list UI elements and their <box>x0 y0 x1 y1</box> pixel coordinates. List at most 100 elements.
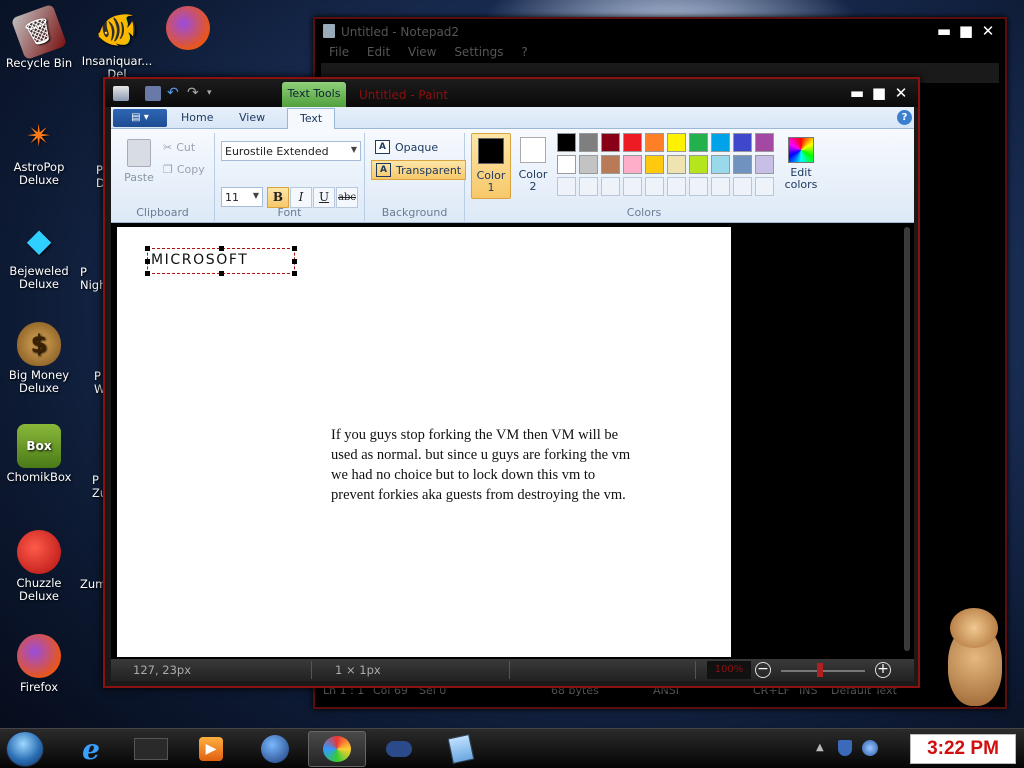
bold-button[interactable]: B <box>267 187 289 208</box>
paste-button[interactable]: Paste <box>121 139 157 184</box>
palette-swatch[interactable] <box>733 133 752 152</box>
custom-color-slot[interactable] <box>579 177 598 196</box>
zoom-slider-thumb[interactable] <box>817 663 823 677</box>
menu-help[interactable]: ? <box>521 45 527 59</box>
start-button[interactable] <box>6 731 44 767</box>
taskbar-item-globe[interactable] <box>246 731 304 767</box>
maximize-icon[interactable]: ■ <box>957 23 975 39</box>
menu-settings[interactable]: Settings <box>454 45 503 59</box>
palette-swatch[interactable] <box>711 155 730 174</box>
tab-text[interactable]: Text <box>287 108 336 130</box>
edit-colors-button[interactable]: Edit colors <box>781 133 821 191</box>
resize-handle[interactable] <box>219 246 224 251</box>
palette-swatch[interactable] <box>601 133 620 152</box>
cut-button[interactable]: ✂ Cut <box>163 141 195 154</box>
custom-color-slot[interactable] <box>623 177 642 196</box>
minimize-icon[interactable]: ▬ <box>848 85 866 101</box>
text-tools-contextual-tab[interactable]: Text Tools <box>282 82 346 108</box>
custom-color-slot[interactable] <box>557 177 576 196</box>
paint-app-icon[interactable] <box>113 86 129 101</box>
text-selection-box[interactable]: MICROSOFT <box>145 246 297 276</box>
italic-button[interactable]: I <box>290 187 312 208</box>
clock[interactable]: 3:22 PM <box>910 734 1016 764</box>
resize-handle[interactable] <box>145 246 150 251</box>
palette-swatch[interactable] <box>645 155 664 174</box>
menu-file[interactable]: File <box>329 45 349 59</box>
network-tray-icon[interactable] <box>862 740 878 756</box>
transparent-button[interactable]: A Transparent <box>371 160 467 180</box>
palette-swatch[interactable] <box>733 155 752 174</box>
tab-home[interactable]: Home <box>181 111 213 124</box>
palette-swatch[interactable] <box>557 133 576 152</box>
vertical-scrollbar[interactable] <box>904 227 910 651</box>
resize-handle[interactable] <box>145 271 150 276</box>
save-icon[interactable] <box>145 86 161 101</box>
palette-swatch[interactable] <box>689 133 708 152</box>
close-icon[interactable]: ✕ <box>979 23 997 39</box>
taskbar-item-paint[interactable] <box>308 731 366 767</box>
desktop-icon-recycle-bin[interactable]: 🗑 Recycle Bin <box>0 3 78 70</box>
redo-icon[interactable]: ↷ <box>187 86 203 101</box>
strikethrough-button[interactable]: abc <box>336 187 358 208</box>
security-shield-icon[interactable] <box>838 740 852 756</box>
taskbar-item-network[interactable] <box>370 731 428 767</box>
custom-color-slot[interactable] <box>667 177 686 196</box>
quick-access-dropdown-icon[interactable]: ▾ <box>207 86 223 101</box>
notepad-titlebar[interactable]: Untitled - Notepad2 ▬ ■ ✕ <box>315 19 1005 45</box>
custom-color-slot[interactable] <box>645 177 664 196</box>
help-icon[interactable]: ? <box>897 110 912 125</box>
resize-handle[interactable] <box>292 246 297 251</box>
show-hidden-icons-icon[interactable]: ▲ <box>816 742 824 753</box>
palette-swatch[interactable] <box>623 155 642 174</box>
menu-edit[interactable]: Edit <box>367 45 390 59</box>
paint-menu-button[interactable]: ▤ ▾ <box>113 109 167 127</box>
desktop-icon-chuzzle[interactable]: Chuzzle Deluxe <box>0 530 78 603</box>
custom-color-slot[interactable] <box>711 177 730 196</box>
resize-handle[interactable] <box>145 259 150 264</box>
font-size-select[interactable]: 11 ▼ <box>221 187 263 207</box>
paint-titlebar[interactable]: ↶ ↷ ▾ Text Tools Untitled - Paint ▬ ■ ✕ <box>105 79 918 108</box>
desktop-icon-firefox-top[interactable] <box>158 6 218 53</box>
zoom-slider[interactable] <box>781 670 865 672</box>
color-1-button[interactable]: Color 1 <box>471 133 511 199</box>
menu-view[interactable]: View <box>408 45 436 59</box>
zoom-out-icon[interactable]: − <box>755 662 771 678</box>
palette-swatch[interactable] <box>667 133 686 152</box>
desktop-icon-firefox[interactable]: Firefox <box>0 634 78 694</box>
taskbar-item-media-player[interactable]: ▶ <box>182 731 240 767</box>
copy-button[interactable]: ❐ Copy <box>163 163 205 176</box>
palette-swatch[interactable] <box>645 133 664 152</box>
palette-swatch[interactable] <box>689 155 708 174</box>
paint-window[interactable]: ↶ ↷ ▾ Text Tools Untitled - Paint ▬ ■ ✕ … <box>103 77 920 688</box>
palette-swatch[interactable] <box>667 155 686 174</box>
desktop-icon-bejeweled[interactable]: ◆ Bejeweled Deluxe <box>0 218 78 291</box>
selected-text[interactable]: MICROSOFT <box>151 252 248 268</box>
custom-color-slot[interactable] <box>689 177 708 196</box>
undo-icon[interactable]: ↶ <box>167 86 183 101</box>
desktop-icon-astropop[interactable]: ✴ AstroPop Deluxe <box>0 114 78 187</box>
custom-color-slot[interactable] <box>733 177 752 196</box>
underline-button[interactable]: U <box>313 187 335 208</box>
palette-swatch[interactable] <box>579 133 598 152</box>
taskbar-item-window[interactable] <box>122 731 180 767</box>
zoom-in-icon[interactable]: + <box>875 662 891 678</box>
resize-handle[interactable] <box>219 271 224 276</box>
taskbar-item-internet-explorer[interactable]: e <box>62 731 120 767</box>
palette-swatch[interactable] <box>557 155 576 174</box>
desktop-icon-big-money[interactable]: $ Big Money Deluxe <box>0 322 78 395</box>
drawing-canvas[interactable]: MICROSOFT If you guys stop forking the V… <box>117 227 731 657</box>
desktop-icon-insaniquarium[interactable]: 🐠 Insaniquar... Del <box>78 8 156 81</box>
hamster-gadget-icon[interactable] <box>944 608 1006 708</box>
desktop-icon-chomikbox[interactable]: Box ChomikBox <box>0 424 78 484</box>
font-family-select[interactable]: Eurostile Extended ▼ <box>221 141 361 161</box>
resize-handle[interactable] <box>292 259 297 264</box>
palette-swatch[interactable] <box>755 155 774 174</box>
palette-swatch[interactable] <box>623 133 642 152</box>
minimize-icon[interactable]: ▬ <box>935 23 953 39</box>
canvas-area[interactable]: MICROSOFT If you guys stop forking the V… <box>111 223 914 659</box>
tab-view[interactable]: View <box>239 111 265 124</box>
palette-swatch[interactable] <box>579 155 598 174</box>
palette-swatch[interactable] <box>755 133 774 152</box>
palette-swatch[interactable] <box>711 133 730 152</box>
close-icon[interactable]: ✕ <box>892 85 910 101</box>
